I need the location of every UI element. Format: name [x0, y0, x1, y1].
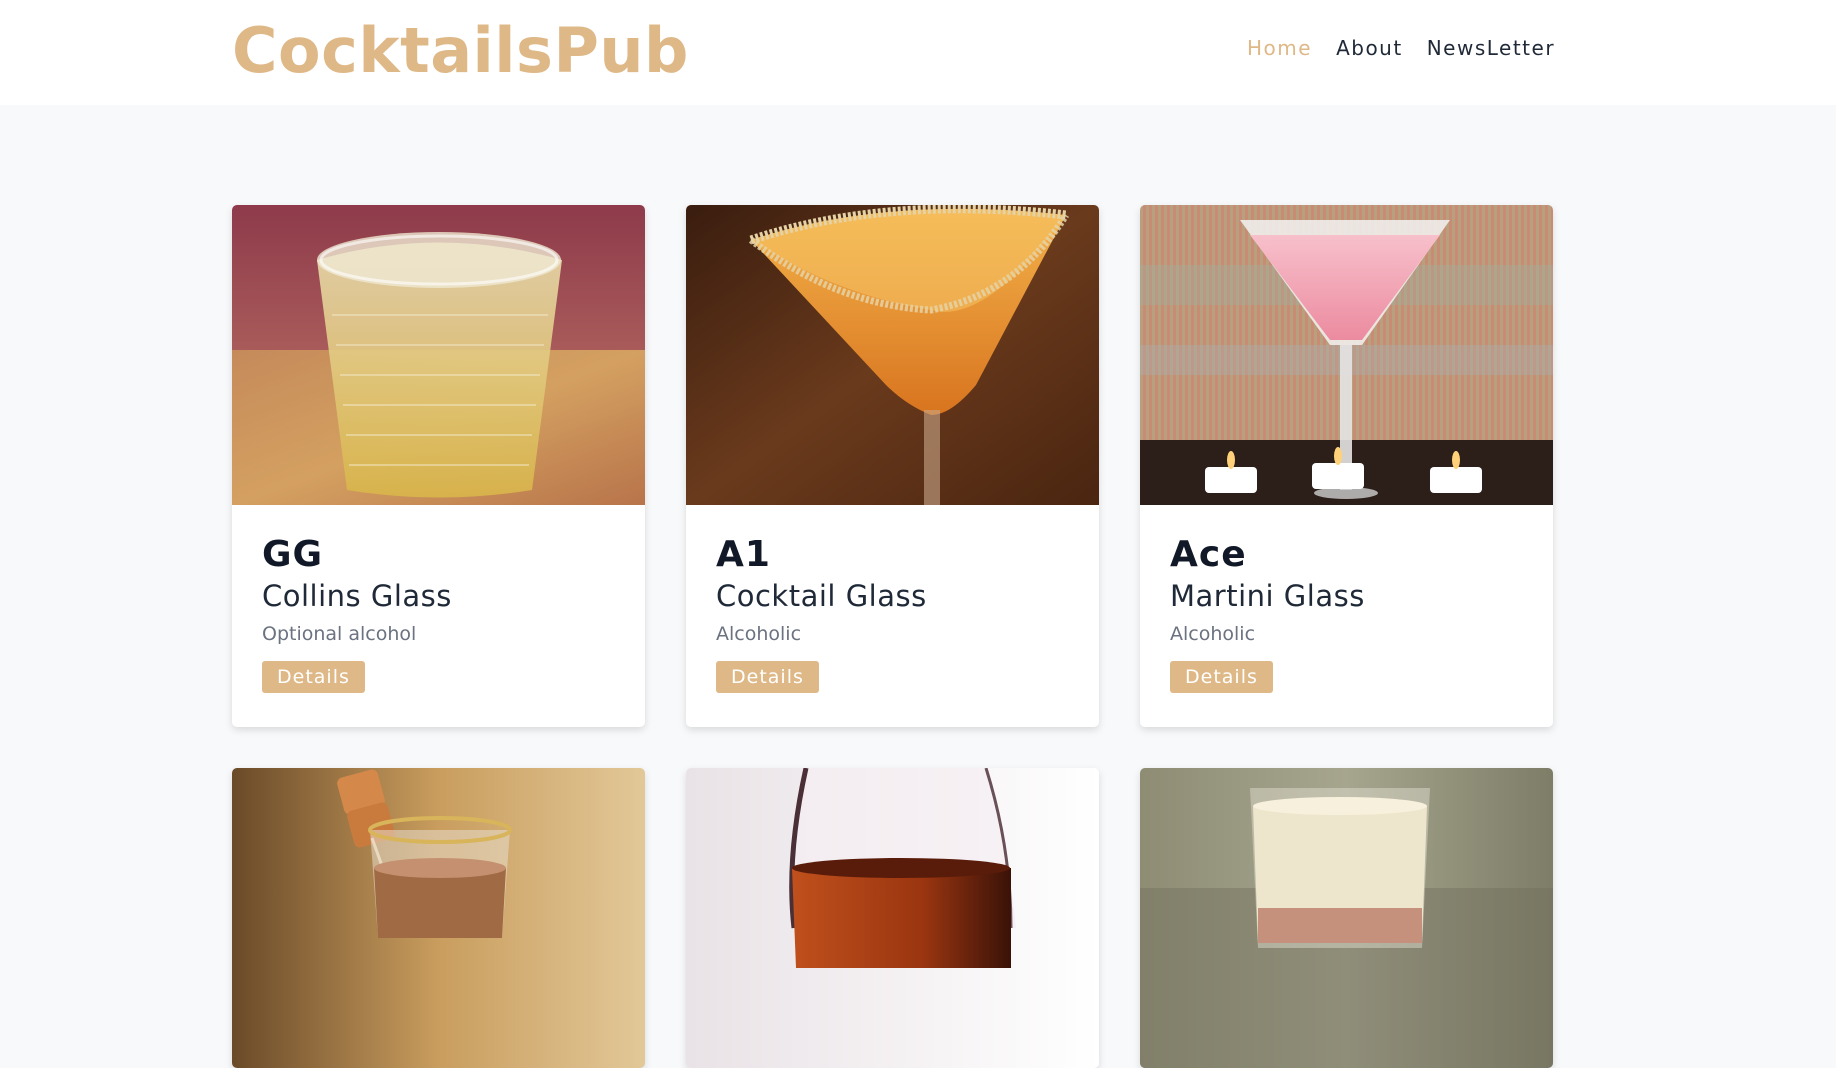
- card-body: A1 Cocktail Glass Alcoholic Details: [686, 505, 1099, 727]
- cocktail-image: [232, 768, 645, 1068]
- nav-link-home[interactable]: Home: [1247, 36, 1312, 60]
- cocktail-name: A1: [716, 534, 771, 575]
- cocktail-image: [1140, 768, 1553, 1068]
- details-button[interactable]: Details: [716, 661, 819, 693]
- cocktail-image: [1140, 205, 1553, 505]
- cocktail-image: [686, 768, 1099, 1068]
- cocktail-card: [686, 768, 1099, 1068]
- card-body: GG Collins Glass Optional alcohol Detail…: [232, 505, 645, 727]
- cocktail-grid: GG Collins Glass Optional alcohol Detail…: [232, 205, 1553, 1068]
- cocktail-image: [232, 205, 645, 505]
- details-button[interactable]: Details: [1170, 661, 1273, 693]
- cocktail-glass: Martini Glass: [1170, 579, 1365, 613]
- cocktail-alcoholic: Optional alcohol: [262, 623, 417, 645]
- nav-link-newsletter[interactable]: NewsLetter: [1427, 36, 1555, 60]
- cocktail-card: Ace Martini Glass Alcoholic Details: [1140, 205, 1553, 727]
- cocktail-name: Ace: [1170, 534, 1247, 575]
- brand-logo[interactable]: CocktailsPub: [232, 14, 689, 88]
- nav-links: Home About NewsLetter: [1247, 36, 1555, 60]
- cocktail-glass: Collins Glass: [262, 579, 452, 613]
- nav-link-about[interactable]: About: [1336, 36, 1403, 60]
- cocktail-card: [1140, 768, 1553, 1068]
- card-body: Ace Martini Glass Alcoholic Details: [1140, 505, 1553, 727]
- cocktail-glass: Cocktail Glass: [716, 579, 927, 613]
- details-button[interactable]: Details: [262, 661, 365, 693]
- cocktail-alcoholic: Alcoholic: [716, 623, 802, 645]
- cocktail-name: GG: [262, 534, 324, 575]
- cocktail-card: [232, 768, 645, 1068]
- cocktail-image: [686, 205, 1099, 505]
- navbar: CocktailsPub Home About NewsLetter: [0, 0, 1836, 105]
- cocktail-alcoholic: Alcoholic: [1170, 623, 1256, 645]
- cocktail-card: GG Collins Glass Optional alcohol Detail…: [232, 205, 645, 727]
- cocktail-card: A1 Cocktail Glass Alcoholic Details: [686, 205, 1099, 727]
